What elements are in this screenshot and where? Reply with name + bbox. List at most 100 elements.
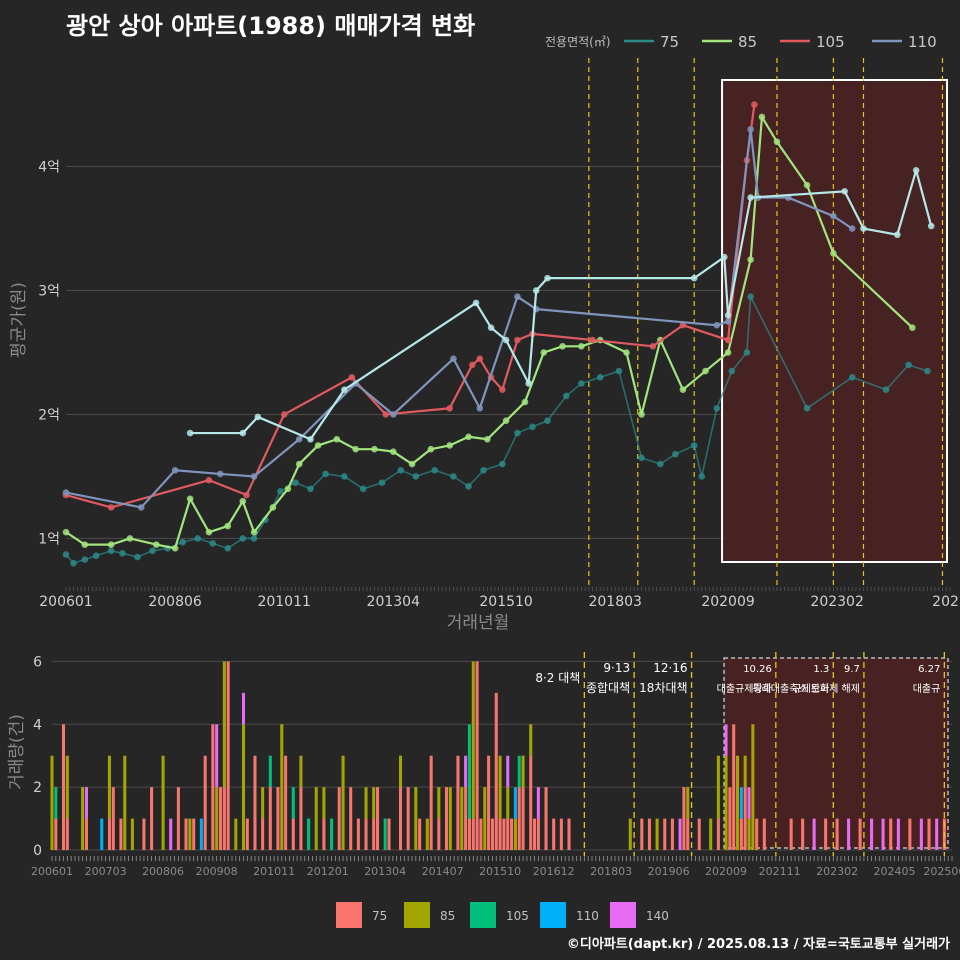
volume-bar-85 xyxy=(686,787,690,819)
volume-bar-75 xyxy=(835,818,839,850)
data-point-75 xyxy=(194,535,201,542)
volume-bar-75 xyxy=(184,818,188,850)
data-point-110 xyxy=(848,225,856,232)
data-point-75 xyxy=(431,466,438,474)
policy-label-line2: 18차대책 xyxy=(639,680,687,695)
policy-label-line2: 종합대책 xyxy=(586,680,630,695)
price-y-axis-title: 평균가(원) xyxy=(9,282,29,358)
data-point-105 xyxy=(280,411,288,418)
volume-bar-75 xyxy=(479,818,483,850)
volume-bar-75 xyxy=(858,818,862,850)
volume-bar-75 xyxy=(927,818,931,850)
data-point-75 xyxy=(307,485,314,493)
data-point-85 xyxy=(521,398,529,406)
volume-bar-75 xyxy=(268,787,272,850)
policy-label-line1: 9.7 xyxy=(844,664,860,675)
data-point-110 xyxy=(747,126,754,133)
data-point-85 xyxy=(314,442,322,449)
data-point-75 xyxy=(322,470,329,478)
volume-bar-105 xyxy=(330,818,334,850)
volume-x-tick-label: 202405 xyxy=(874,865,916,878)
data-point-85 xyxy=(502,417,510,424)
data-point-110 xyxy=(295,435,303,443)
volume-bar-75 xyxy=(663,818,667,850)
volume-bar-75 xyxy=(65,818,69,850)
data-point-140 xyxy=(860,225,867,232)
volume-bar-85 xyxy=(372,787,376,819)
policy-label-line1: 1.3 xyxy=(813,664,829,675)
volume-bar-75 xyxy=(245,818,249,850)
volume-x-tick-label: 201201 xyxy=(307,865,349,878)
data-point-75 xyxy=(747,293,754,301)
data-point-75 xyxy=(119,549,126,557)
data-point-85 xyxy=(352,445,359,453)
price-legend: 전용면적(㎡)7585105110140 xyxy=(545,33,937,51)
data-point-75 xyxy=(743,349,751,356)
volume-bar-85 xyxy=(471,661,475,819)
volume-bar-75 xyxy=(567,818,571,850)
volume-bar-85 xyxy=(130,818,134,850)
data-point-140 xyxy=(502,336,510,344)
volume-bar-75 xyxy=(107,818,111,850)
volume-x-tick-label: 201304 xyxy=(364,865,406,878)
volume-bar-85 xyxy=(234,818,238,850)
data-point-75 xyxy=(81,556,89,563)
price-x-tick-label: 201011 xyxy=(257,594,310,610)
data-point-140 xyxy=(487,324,495,331)
data-point-105 xyxy=(107,504,115,511)
data-point-140 xyxy=(747,194,754,201)
volume-bar-75 xyxy=(376,787,380,850)
data-point-75 xyxy=(690,442,698,449)
volume-bar-75 xyxy=(406,787,410,850)
volume-x-tick-label: 202009 xyxy=(705,865,747,878)
data-point-75 xyxy=(728,367,736,375)
volume-bar-75 xyxy=(552,818,556,850)
data-point-85 xyxy=(107,541,115,548)
volume-bar-75 xyxy=(889,818,893,850)
price-x-tick-label: 201304 xyxy=(367,594,421,610)
volume-bar-85 xyxy=(261,787,265,819)
data-point-110 xyxy=(830,212,837,220)
volume-bar-75 xyxy=(716,818,720,850)
volume-bar-75 xyxy=(670,818,674,850)
volume-bar-75 xyxy=(111,787,115,850)
volume-bar-85 xyxy=(222,661,226,788)
data-point-105 xyxy=(205,476,213,484)
data-point-85 xyxy=(638,411,645,418)
volume-bar-85 xyxy=(50,755,54,850)
data-point-85 xyxy=(758,113,766,121)
data-point-75 xyxy=(563,392,570,400)
volume-bar-75 xyxy=(755,818,759,850)
volume-bar-85 xyxy=(241,724,246,850)
volume-bar-110 xyxy=(199,818,203,850)
volume-bar-110 xyxy=(100,818,104,850)
volume-legend-label-140: 140 xyxy=(646,909,669,923)
data-point-140 xyxy=(724,312,732,319)
price-x-tick-label: 202009 xyxy=(701,594,754,610)
data-point-85 xyxy=(81,541,89,548)
data-point-75 xyxy=(179,538,186,546)
volume-bar-75 xyxy=(337,787,341,850)
data-point-105 xyxy=(649,342,657,350)
data-point-75 xyxy=(292,479,299,486)
volume-bar-85 xyxy=(460,787,464,850)
volume-bar-75 xyxy=(372,818,376,850)
data-point-75 xyxy=(848,373,856,381)
volume-bar-75 xyxy=(494,692,498,850)
data-point-85 xyxy=(773,138,781,146)
data-point-140 xyxy=(912,166,920,174)
data-point-75 xyxy=(905,361,912,369)
volume-bar-85 xyxy=(215,787,219,850)
data-point-85 xyxy=(269,504,277,511)
data-point-105 xyxy=(446,404,453,412)
data-point-105 xyxy=(348,373,356,381)
volume-bar-85 xyxy=(314,787,318,850)
data-point-75 xyxy=(499,460,506,468)
volume-x-tick-label: 200908 xyxy=(196,865,238,878)
volume-bar-85 xyxy=(65,755,69,819)
volume-bar-85 xyxy=(513,818,517,850)
volume-bar-85 xyxy=(724,755,728,850)
data-point-75 xyxy=(341,473,348,480)
volume-bar-75 xyxy=(467,818,471,850)
volume-x-tick-label: 201906 xyxy=(648,865,690,878)
